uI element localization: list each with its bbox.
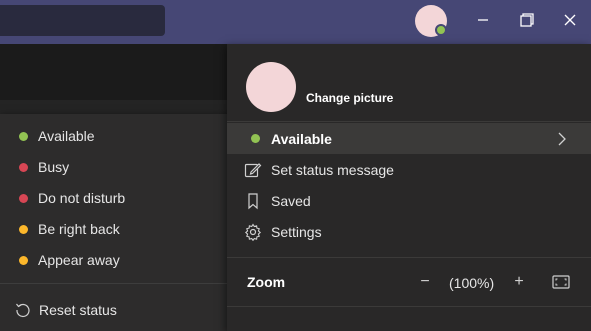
fit-to-window-icon xyxy=(552,275,570,289)
saved-button[interactable]: Saved xyxy=(227,185,591,216)
minimize-button[interactable] xyxy=(468,6,498,34)
zoom-level: (100%) xyxy=(449,275,495,291)
zoom-in-button[interactable]: + xyxy=(509,271,529,293)
profile-panel: Change picture Available Set status mess… xyxy=(227,44,591,331)
panel-divider xyxy=(227,306,591,307)
full-screen-button[interactable] xyxy=(550,271,572,293)
zoom-label: Zoom xyxy=(247,274,286,290)
status-option-label: Busy xyxy=(38,159,70,175)
chevron-right-icon xyxy=(558,132,566,146)
be-right-back-status-icon xyxy=(19,224,28,234)
status-option-appear-away[interactable]: Appear away xyxy=(0,245,238,275)
status-option-label: Be right back xyxy=(38,221,120,237)
panel-divider xyxy=(227,257,591,258)
reset-icon xyxy=(16,303,30,318)
available-status-icon xyxy=(19,131,28,141)
app-header-strip xyxy=(0,100,227,114)
status-option-available[interactable]: Available xyxy=(0,121,238,151)
menu-divider xyxy=(0,283,238,284)
profile-avatar[interactable] xyxy=(246,62,296,112)
status-option-label: Available xyxy=(38,128,95,144)
zoom-out-button[interactable]: − xyxy=(415,271,435,293)
settings-button[interactable]: Settings xyxy=(227,216,591,247)
current-status-label: Available xyxy=(271,131,332,147)
edit-message-icon xyxy=(244,163,262,178)
panel-divider xyxy=(227,121,591,122)
bookmark-icon xyxy=(248,193,258,210)
reset-status-button[interactable]: Reset status xyxy=(0,295,238,325)
title-bar xyxy=(0,0,591,44)
restore-icon xyxy=(520,13,534,27)
saved-label: Saved xyxy=(271,193,311,209)
zoom-in-icon: + xyxy=(514,273,524,290)
search-input[interactable] xyxy=(0,5,165,36)
close-button[interactable] xyxy=(555,6,585,34)
status-option-busy[interactable]: Busy xyxy=(0,152,238,182)
minimize-icon xyxy=(478,19,488,21)
reset-status-label: Reset status xyxy=(39,302,117,318)
gear-icon xyxy=(244,223,262,241)
status-option-do-not-disturb[interactable]: Do not disturb xyxy=(0,183,238,213)
close-icon xyxy=(564,14,576,26)
settings-label: Settings xyxy=(271,224,322,240)
busy-status-icon xyxy=(19,162,28,172)
set-status-message-button[interactable]: Set status message xyxy=(227,154,591,185)
set-status-message-label: Set status message xyxy=(271,162,394,178)
available-status-icon xyxy=(251,134,260,143)
change-picture-link[interactable]: Change picture xyxy=(306,91,393,105)
status-option-label: Do not disturb xyxy=(38,190,126,206)
appear-away-status-icon xyxy=(19,255,28,265)
presence-available-icon xyxy=(435,24,447,36)
status-option-be-right-back[interactable]: Be right back xyxy=(0,214,238,244)
status-selector[interactable]: Available xyxy=(227,123,591,154)
status-option-label: Appear away xyxy=(38,252,120,268)
zoom-out-icon: − xyxy=(420,273,430,290)
restore-button[interactable] xyxy=(512,6,542,34)
status-submenu: Available Busy Do not disturb Be right b… xyxy=(0,114,238,331)
do-not-disturb-status-icon xyxy=(19,193,28,203)
